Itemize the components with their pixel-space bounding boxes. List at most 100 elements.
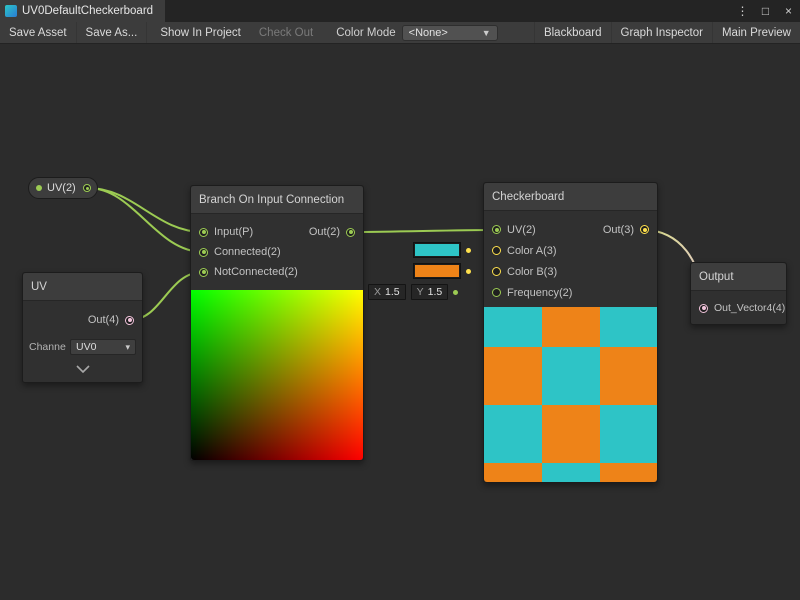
output-vector4-label: Out_Vector4(4): [714, 302, 785, 314]
uv-channel-row: Channel UV0 ▾: [23, 338, 142, 356]
edge-uvpill-to-branch-input[interactable]: [88, 188, 203, 232]
frequency-y-field[interactable]: Y 1.5: [411, 284, 449, 300]
edge-branch-to-checkerboard[interactable]: [350, 230, 496, 232]
branch-out-port[interactable]: [346, 228, 355, 237]
checkerboard-color-b-port[interactable]: [492, 267, 501, 276]
window-maximize-icon[interactable]: □: [754, 0, 777, 22]
window-controls: ⋮ □ ×: [731, 0, 800, 22]
checkerboard-frequency-label: Frequency(2): [507, 287, 572, 299]
checkerboard-color-a-label: Color A(3): [507, 245, 557, 257]
branch-input-ports: Input(P) Connected(2) NotConnected(2): [191, 222, 298, 282]
port-row: Out_Vector4(4): [691, 298, 785, 318]
frequency-x-label: X: [374, 286, 381, 298]
exposed-property-dot-icon: [36, 185, 42, 191]
color-mode-label: Color Mode: [322, 27, 401, 39]
graph-inspector-toggle-button[interactable]: Graph Inspector: [611, 22, 712, 43]
checkerboard-node[interactable]: Checkerboard UV(2) Color A(3) Color B(3): [483, 182, 658, 483]
frequency-y-value: 1.5: [428, 286, 443, 298]
branch-connected-port[interactable]: [199, 248, 208, 257]
frequency-x-value: 1.5: [385, 286, 400, 298]
output-node-title[interactable]: Output: [691, 263, 786, 291]
uv-node-title[interactable]: UV: [23, 273, 142, 301]
uv-channel-label: Channel: [29, 341, 66, 353]
uv-property-label: UV(2): [47, 182, 76, 194]
checkerboard-color-b-label: Color B(3): [507, 266, 557, 278]
chevron-down-icon: ▼: [482, 28, 491, 38]
uv-out-port[interactable]: [125, 316, 134, 325]
uv-channel-value: UV0: [76, 341, 96, 353]
graph-canvas[interactable]: UV(2) Branch On Input Connection Input(P…: [0, 44, 800, 600]
uv-property-pill[interactable]: UV(2): [28, 177, 98, 199]
branch-node-preview: [191, 290, 363, 460]
check-out-button: Check Out: [250, 22, 322, 43]
color-b-widget: [413, 263, 471, 279]
graph-toolbar: Save Asset Save As... Show In Project Ch…: [0, 22, 800, 44]
port-row: Frequency(2): [484, 282, 572, 303]
output-node[interactable]: Output Out_Vector4(4): [690, 262, 787, 325]
branch-output-ports: Out(2): [309, 222, 363, 282]
color-a-connector-dot-icon: [466, 248, 471, 253]
main-preview-toggle-button[interactable]: Main Preview: [712, 22, 800, 43]
output-vector4-port[interactable]: [699, 304, 708, 313]
uv-out-label: Out(4): [88, 314, 119, 326]
uv-node[interactable]: UV Out(4) Channel UV0 ▾: [22, 272, 143, 383]
port-row: Color A(3): [484, 240, 572, 261]
output-input-ports: Out_Vector4(4): [691, 298, 785, 318]
color-a-swatch: [415, 244, 459, 256]
window-menu-icon[interactable]: ⋮: [731, 0, 754, 22]
shader-graph-icon: [5, 5, 17, 17]
branch-input-label: Input(P): [214, 226, 253, 238]
save-asset-button[interactable]: Save Asset: [0, 22, 77, 43]
uv-channel-dropdown[interactable]: UV0 ▾: [70, 339, 136, 355]
checkerboard-node-title[interactable]: Checkerboard: [484, 183, 657, 211]
frequency-connector-dot-icon: [453, 290, 458, 295]
frequency-x-field[interactable]: X 1.5: [368, 284, 406, 300]
color-mode-dropdown[interactable]: <None> ▼: [402, 25, 498, 41]
window-tab-bar: UV0DefaultCheckerboard ⋮ □ ×: [0, 0, 800, 22]
port-row: Color B(3): [484, 261, 572, 282]
checkerboard-output-ports: Out(3): [603, 219, 657, 303]
toolbar-right-group: Blackboard Graph Inspector Main Preview: [534, 22, 800, 43]
checkerboard-uv-port[interactable]: [492, 225, 501, 234]
uv-node-expand-preview-button[interactable]: [23, 360, 142, 378]
port-row: Input(P): [191, 222, 298, 242]
port-row: Out(2): [309, 222, 363, 242]
color-mode-value: <None>: [409, 27, 448, 39]
blackboard-toggle-button[interactable]: Blackboard: [534, 22, 611, 43]
branch-connected-label: Connected(2): [214, 246, 281, 258]
color-a-widget: [413, 242, 471, 258]
port-row: Out(3): [603, 219, 657, 240]
chevron-down-icon: [75, 365, 91, 373]
port-row: Connected(2): [191, 242, 298, 262]
show-in-project-button[interactable]: Show In Project: [151, 22, 250, 43]
branch-notconnected-port[interactable]: [199, 268, 208, 277]
save-as-button[interactable]: Save As...: [77, 22, 148, 43]
frequency-widget: X 1.5 Y 1.5: [368, 284, 458, 300]
checkerboard-frequency-port[interactable]: [492, 288, 501, 297]
color-b-swatch-field[interactable]: [413, 263, 461, 279]
branch-node-title[interactable]: Branch On Input Connection: [191, 186, 363, 214]
color-b-swatch: [415, 265, 459, 277]
uv-property-output-port[interactable]: [83, 184, 91, 192]
chevron-down-icon: ▾: [125, 342, 130, 353]
checkerboard-out-port[interactable]: [640, 225, 649, 234]
port-row: UV(2): [484, 219, 572, 240]
port-row: NotConnected(2): [191, 262, 298, 282]
color-a-swatch-field[interactable]: [413, 242, 461, 258]
checkerboard-color-a-port[interactable]: [492, 246, 501, 255]
graph-tab[interactable]: UV0DefaultCheckerboard: [0, 0, 165, 22]
uv-node-output-row: Out(4): [23, 310, 142, 330]
branch-out-label: Out(2): [309, 226, 340, 238]
branch-notconnected-label: NotConnected(2): [214, 266, 298, 278]
checkerboard-preview: [484, 307, 657, 482]
branch-input-port[interactable]: [199, 228, 208, 237]
checkerboard-uv-label: UV(2): [507, 224, 536, 236]
frequency-y-label: Y: [417, 286, 424, 298]
checkerboard-out-label: Out(3): [603, 224, 634, 236]
window-close-icon[interactable]: ×: [777, 0, 800, 22]
checkerboard-input-ports: UV(2) Color A(3) Color B(3) Frequency(2): [484, 219, 572, 303]
color-b-connector-dot-icon: [466, 269, 471, 274]
branch-node[interactable]: Branch On Input Connection Input(P) Conn…: [190, 185, 364, 461]
tab-title: UV0DefaultCheckerboard: [22, 5, 153, 17]
edge-uvpill-to-branch-connected[interactable]: [88, 188, 203, 252]
